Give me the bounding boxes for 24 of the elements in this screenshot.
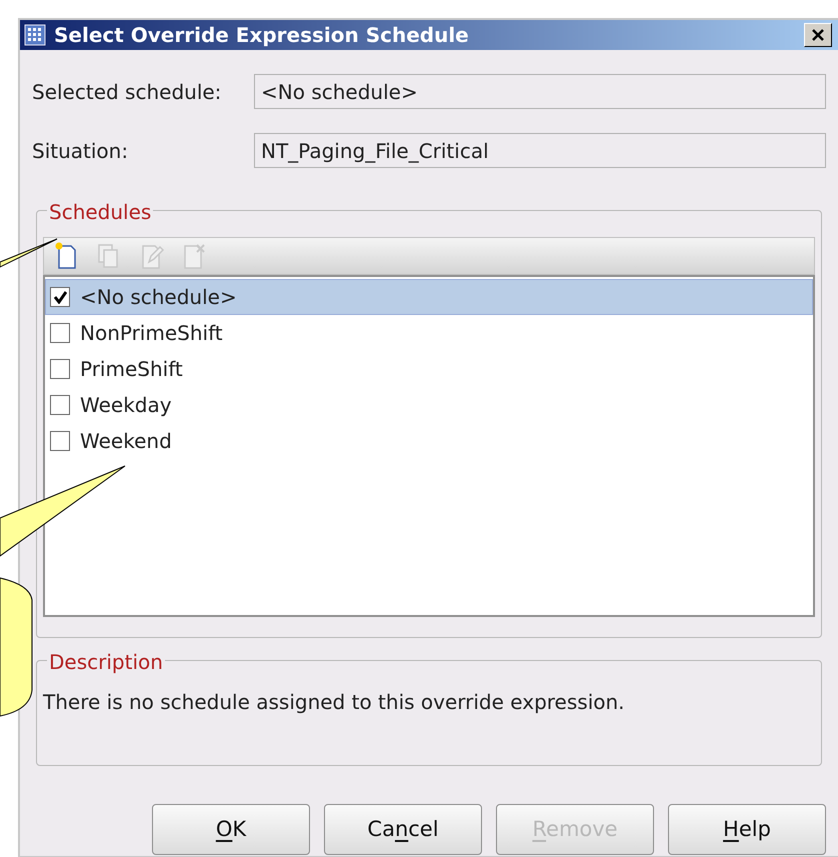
close-button[interactable] xyxy=(804,23,832,47)
close-icon xyxy=(811,28,825,42)
field-label: Selected schedule: xyxy=(32,78,222,106)
field-label: Situation: xyxy=(32,138,130,164)
list-item[interactable]: Weekend xyxy=(45,423,813,459)
checkbox[interactable] xyxy=(50,359,70,379)
list-item[interactable]: Weekday xyxy=(45,387,813,423)
checkbox[interactable] xyxy=(50,323,70,343)
list-item[interactable]: NonPrimeShift xyxy=(45,315,813,351)
list-item[interactable]: <No schedule> xyxy=(45,279,813,315)
checkbox[interactable] xyxy=(50,287,70,307)
check-icon xyxy=(53,290,67,304)
building-icon xyxy=(24,24,46,46)
leader-line xyxy=(0,238,58,268)
checkbox[interactable] xyxy=(50,395,70,415)
checkbox[interactable] xyxy=(50,431,70,451)
dialog-button[interactable]: OK xyxy=(152,804,310,855)
text-field[interactable]: NT_Paging_File_Critical xyxy=(254,133,826,168)
text-field[interactable]: <No schedule> xyxy=(254,74,826,109)
dialog-button[interactable]: Cancel xyxy=(324,804,482,855)
description-text: There is no schedule assigned to this override expression. xyxy=(43,689,626,716)
window-title: Select Override Expression Schedule xyxy=(54,22,470,49)
list-item[interactable]: PrimeShift xyxy=(45,351,813,387)
dialog-button[interactable]: Help xyxy=(668,804,826,855)
